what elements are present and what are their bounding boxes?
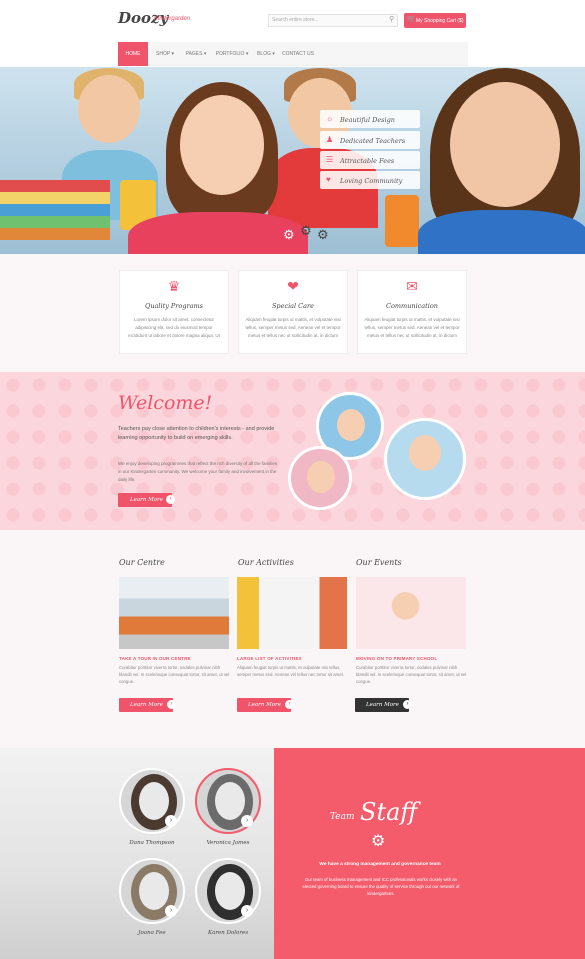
team-heading-small: Team bbox=[330, 812, 355, 822]
search-placeholder: Search entire store... bbox=[272, 17, 319, 23]
team-member-name: Karen Dolores bbox=[207, 930, 249, 936]
column-title: Our Events bbox=[356, 558, 402, 567]
button-label: Learn More bbox=[130, 497, 163, 503]
column-subtitle[interactable]: TAKE A TOUR IN OUR CENTRE bbox=[119, 656, 191, 661]
arrow-right-icon[interactable]: › bbox=[241, 905, 253, 917]
slider-dot-icon[interactable]: ⚙ bbox=[300, 224, 312, 237]
arrow-right-icon[interactable]: › bbox=[165, 905, 177, 917]
feature-label: Beautiful Design bbox=[340, 116, 395, 124]
activities-image[interactable] bbox=[237, 577, 347, 649]
team-member-name: Joana Fee bbox=[138, 930, 166, 936]
button-label: Learn More bbox=[248, 702, 281, 708]
service-text: Aliquam feugiat turpis ut mattis, et vul… bbox=[245, 317, 341, 338]
hero-girl-body bbox=[418, 210, 585, 254]
book-icon: ☰ bbox=[326, 155, 334, 164]
hand-heart-icon: ❤ bbox=[287, 278, 299, 294]
logo-subtitle: Kindergarden bbox=[154, 16, 191, 22]
events-image[interactable] bbox=[356, 577, 466, 649]
heart-icon: ♥ bbox=[326, 175, 331, 184]
photo-face bbox=[139, 782, 169, 820]
button-label: Learn More bbox=[366, 702, 399, 708]
column-subtitle[interactable]: MOVING ON TO PRIMARY SCHOOL bbox=[356, 656, 437, 661]
team-member-name: Veronica James bbox=[206, 840, 250, 846]
photo-face bbox=[307, 461, 335, 493]
photo-face bbox=[215, 872, 245, 910]
column-text: Curabitur porttitor viverra tortor, soda… bbox=[119, 665, 230, 684]
photo-face bbox=[337, 409, 365, 441]
service-title: Quality Programs bbox=[145, 302, 203, 310]
hero-girl-body bbox=[128, 212, 308, 254]
feature-label: Loving Community bbox=[340, 177, 403, 185]
arrow-right-icon[interactable]: › bbox=[165, 815, 177, 827]
button-label: Learn More bbox=[130, 702, 163, 708]
service-text: Aliquam feugiat turpis ut mattis, et vul… bbox=[364, 317, 460, 338]
arrow-right-icon: › bbox=[166, 495, 175, 504]
team-staff-panel bbox=[274, 748, 585, 959]
hero-girl-face bbox=[450, 82, 560, 207]
column-subtitle[interactable]: LARGE LIST OF ACTIVITIES bbox=[237, 656, 302, 661]
welcome-section bbox=[0, 372, 585, 530]
nav-item-home[interactable]: HOME bbox=[118, 42, 148, 66]
centre-image[interactable] bbox=[119, 577, 229, 649]
team-member-name: Dana Thompson bbox=[129, 840, 175, 846]
hero-books bbox=[0, 180, 110, 240]
hero-banner bbox=[0, 67, 585, 254]
column-text: Curabitur porttitor viverra tortor, soda… bbox=[356, 665, 467, 684]
welcome-title: Welcome! bbox=[118, 392, 213, 414]
arrow-right-icon: › bbox=[285, 700, 294, 709]
welcome-photo bbox=[288, 446, 352, 510]
hero-pencil-cup bbox=[385, 195, 419, 247]
team-heading-big: Staff bbox=[360, 798, 418, 826]
arrow-right-icon: › bbox=[403, 700, 412, 709]
cart-icon: 🛒 bbox=[407, 16, 416, 23]
welcome-lead: Teachers pay close attention to children… bbox=[118, 426, 275, 441]
photo-face bbox=[139, 872, 169, 910]
slider-dot-active-icon[interactable]: ⚙ bbox=[283, 228, 295, 241]
sun-icon: ☼ bbox=[326, 114, 334, 123]
feature-label: Dedicated Teachers bbox=[340, 137, 406, 145]
service-title: Special Care bbox=[271, 302, 314, 310]
feature-label: Attractable Fees bbox=[340, 157, 395, 165]
column-title: Our Centre bbox=[119, 558, 165, 567]
arrow-right-icon[interactable]: › bbox=[241, 815, 253, 827]
nav-item-portfolio[interactable]: PORTFOLIO ▾ bbox=[212, 42, 252, 66]
search-icon[interactable]: ⚲ bbox=[389, 16, 394, 23]
nav-item-contact[interactable]: CONTACT US bbox=[281, 42, 315, 66]
nav-item-shop[interactable]: SHOP ▾ bbox=[150, 42, 180, 66]
gear-icon: ⚙ bbox=[371, 833, 386, 850]
welcome-text: We enjoy developing programmes that refl… bbox=[118, 461, 277, 482]
chat-icon: ✉ bbox=[406, 278, 418, 294]
service-text: Lorem ipsum dolor sit amet, consectetur … bbox=[128, 317, 220, 338]
hero-kid-face bbox=[78, 75, 140, 143]
service-title: Communication bbox=[386, 302, 438, 310]
nav-item-pages[interactable]: PAGES ▾ bbox=[181, 42, 211, 66]
photo-face bbox=[215, 782, 245, 820]
arrow-right-icon: › bbox=[167, 700, 176, 709]
hero-girl-face bbox=[180, 95, 264, 195]
column-text: Aliquam feugiat turpis ut mattis, et vul… bbox=[237, 665, 344, 677]
team-text: Our team of business management and ICC … bbox=[302, 877, 460, 896]
team-lead: We have a strong management and governan… bbox=[319, 862, 441, 867]
welcome-photo bbox=[384, 418, 466, 500]
nav-item-blog[interactable]: BLOG ▾ bbox=[252, 42, 280, 66]
people-icon: ♟ bbox=[326, 135, 334, 144]
crown-icon: ♛ bbox=[167, 278, 181, 294]
photo-face bbox=[409, 435, 441, 471]
column-title: Our Activities bbox=[238, 558, 294, 567]
cart-label: My Shopping Cart ($) bbox=[416, 18, 464, 24]
slider-dot-icon[interactable]: ⚙ bbox=[317, 228, 329, 241]
